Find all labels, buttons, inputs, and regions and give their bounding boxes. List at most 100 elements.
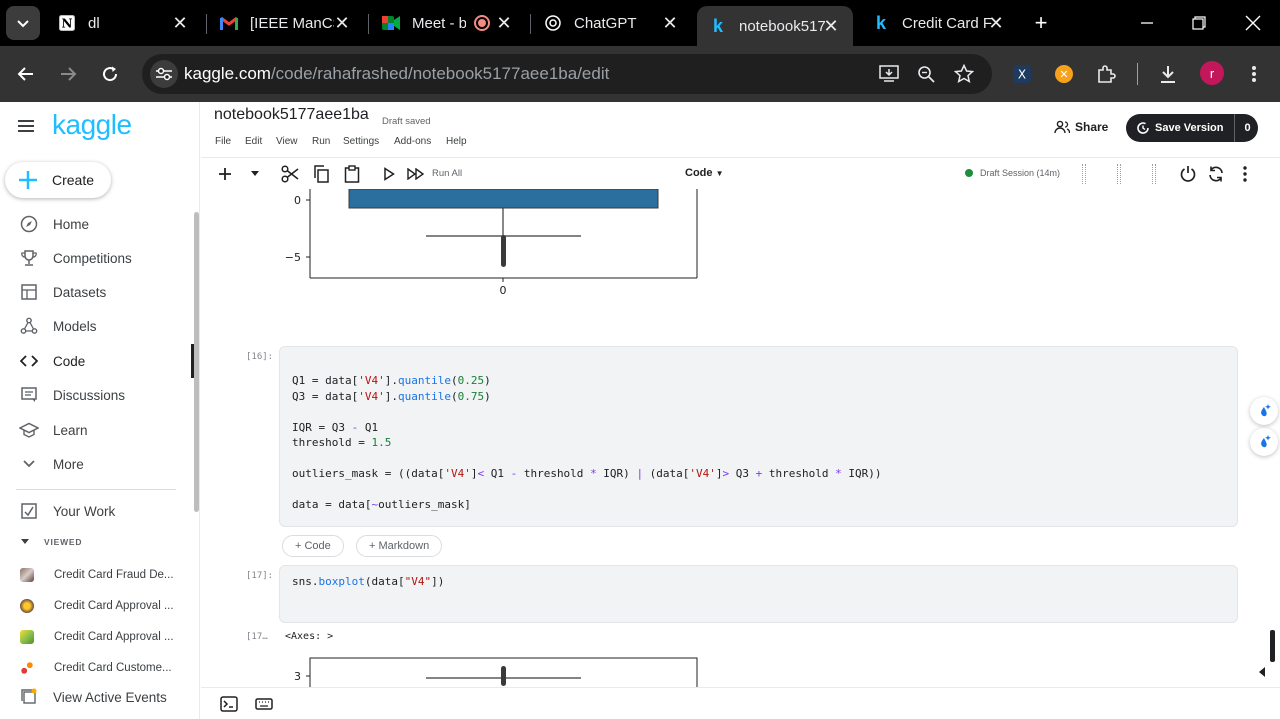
console-icon[interactable]: [220, 696, 238, 712]
nav-models[interactable]: Models: [0, 309, 194, 343]
run-cell-button[interactable]: [379, 164, 399, 184]
forward-button[interactable]: [54, 60, 82, 88]
add-cell-menu[interactable]: [245, 164, 265, 184]
cpu-meter[interactable]: [1082, 164, 1086, 184]
close-icon[interactable]: ✕: [494, 13, 514, 33]
browser-toolbar: kaggle.com/code/rahafrashed/notebook5177…: [0, 46, 1280, 102]
code-editor[interactable]: Q1 = data['V4'].quantile(0.25) Q3 = data…: [292, 373, 882, 513]
menu-icon[interactable]: [18, 119, 40, 137]
nav-competitions[interactable]: Competitions: [0, 241, 194, 275]
run-all-label[interactable]: Run All: [432, 168, 462, 179]
kaggle-logo[interactable]: kaggle: [52, 109, 132, 141]
tab-search-button[interactable]: [6, 6, 40, 40]
compass-icon: [19, 214, 39, 234]
restart-button[interactable]: [1206, 164, 1226, 184]
close-icon[interactable]: ✕: [660, 13, 680, 33]
session-status[interactable]: Draft Session (14m): [965, 168, 1060, 178]
nav-learn[interactable]: Learn: [0, 413, 194, 447]
add-markdown-cell-button[interactable]: + Markdown: [356, 535, 443, 557]
notebook-content[interactable]: 0 −5 0 [16]: Q1 = data['V4'].quantile(0.…: [201, 189, 1269, 687]
power-button[interactable]: [1178, 164, 1198, 184]
add-code-cell-button[interactable]: + Code: [282, 535, 344, 557]
code-cell[interactable]: Q1 = data['V4'].quantile(0.25) Q3 = data…: [279, 346, 1238, 527]
install-app-icon[interactable]: [877, 62, 901, 86]
browser-tab[interactable]: N dl ✕: [46, 0, 202, 46]
disk-meter[interactable]: [1152, 164, 1156, 184]
boxplot-outliers: [501, 235, 506, 267]
profile-avatar[interactable]: r: [1200, 61, 1224, 85]
browser-tab[interactable]: k Credit Card F ✕: [860, 0, 1018, 46]
more-vert-icon[interactable]: [1242, 62, 1266, 86]
menu-addons[interactable]: Add-ons: [394, 136, 431, 147]
copy-button[interactable]: [311, 164, 331, 184]
viewed-section-toggle[interactable]: VIEWED: [20, 537, 82, 547]
browser-tab[interactable]: Meet - b ✕: [370, 0, 526, 46]
close-window-button[interactable]: [1240, 10, 1266, 36]
more-options-button[interactable]: [1235, 164, 1255, 184]
extension-x-icon[interactable]: X: [1010, 62, 1034, 86]
share-button[interactable]: Share: [1054, 120, 1108, 134]
menu-view[interactable]: View: [276, 136, 298, 147]
recent-item[interactable]: Credit Card Approval ...: [0, 624, 194, 650]
more-vert-icon: [1243, 166, 1247, 182]
restore-button[interactable]: [1186, 10, 1212, 36]
side-assistant-button[interactable]: [1250, 397, 1278, 425]
menu-settings[interactable]: Settings: [343, 136, 379, 147]
code-editor[interactable]: sns.boxplot(data["V4"]): [292, 575, 444, 588]
browser-tab[interactable]: ChatGPT ✕: [532, 0, 692, 46]
nav-home[interactable]: Home: [0, 207, 194, 241]
side-assistant-button[interactable]: [1250, 428, 1278, 456]
add-cell-button[interactable]: [215, 164, 235, 184]
create-label: Create: [52, 172, 95, 188]
collapse-panel-button[interactable]: [1258, 664, 1266, 682]
sidebar-scrollbar[interactable]: [194, 212, 199, 512]
bookmark-star-icon[interactable]: [952, 62, 976, 86]
recent-item[interactable]: Credit Card Fraud De...: [0, 562, 194, 588]
cut-button[interactable]: [280, 164, 300, 184]
sparkle-drop-icon: [1261, 404, 1271, 417]
downloads-icon[interactable]: [1156, 62, 1180, 86]
browser-tab-active[interactable]: k notebook517 ✕: [697, 6, 853, 46]
run-all-button[interactable]: [406, 164, 426, 184]
nav-discussions[interactable]: Discussions: [0, 378, 194, 412]
nav-label: Discussions: [53, 387, 126, 403]
your-work-icon: [19, 501, 39, 521]
menu-file[interactable]: File: [215, 136, 231, 147]
code-cell[interactable]: sns.boxplot(data["V4"]): [279, 565, 1238, 623]
recent-item[interactable]: Credit Card Custome...: [0, 655, 194, 681]
address-bar[interactable]: kaggle.com/code/rahafrashed/notebook5177…: [142, 54, 992, 94]
save-version-button[interactable]: Save Version 0: [1126, 114, 1258, 142]
close-icon[interactable]: ✕: [821, 16, 841, 36]
extensions-puzzle-icon[interactable]: [1094, 62, 1118, 86]
close-icon[interactable]: ✕: [332, 13, 352, 33]
nav-code[interactable]: Code: [0, 344, 194, 378]
site-info-button[interactable]: [150, 60, 178, 88]
menu-help[interactable]: Help: [446, 136, 467, 147]
nav-more[interactable]: More: [0, 447, 194, 481]
minimize-button[interactable]: [1134, 10, 1160, 36]
extension-honey-icon[interactable]: ✕: [1052, 62, 1076, 86]
menu-edit[interactable]: Edit: [245, 136, 262, 147]
cell-type-select[interactable]: Code ▼: [685, 167, 723, 179]
view-active-events[interactable]: View Active Events: [0, 680, 194, 714]
meet-icon: [382, 14, 400, 32]
ram-meter[interactable]: [1117, 164, 1121, 184]
notebook-title[interactable]: notebook5177aee1ba: [214, 106, 369, 124]
keyboard-icon[interactable]: [255, 696, 273, 712]
content-scrollbar[interactable]: [1270, 630, 1275, 662]
back-button[interactable]: [12, 60, 40, 88]
reload-button[interactable]: [96, 60, 124, 88]
recent-item[interactable]: Credit Card Approval ...: [0, 593, 194, 619]
browser-tab[interactable]: [IEEE ManCSC ✕: [208, 0, 364, 46]
create-button[interactable]: Create: [5, 162, 111, 198]
recent-item-label: Credit Card Custome...: [54, 662, 172, 674]
paste-button[interactable]: [342, 164, 362, 184]
nav-datasets[interactable]: Datasets: [0, 275, 194, 309]
menu-run[interactable]: Run: [312, 136, 330, 147]
nav-your-work[interactable]: Your Work: [0, 494, 194, 528]
zoom-icon[interactable]: [914, 62, 938, 86]
plus-icon: [219, 168, 231, 180]
new-tab-button[interactable]: +: [1028, 10, 1054, 36]
close-icon[interactable]: ✕: [170, 13, 190, 33]
close-icon[interactable]: ✕: [986, 13, 1006, 33]
